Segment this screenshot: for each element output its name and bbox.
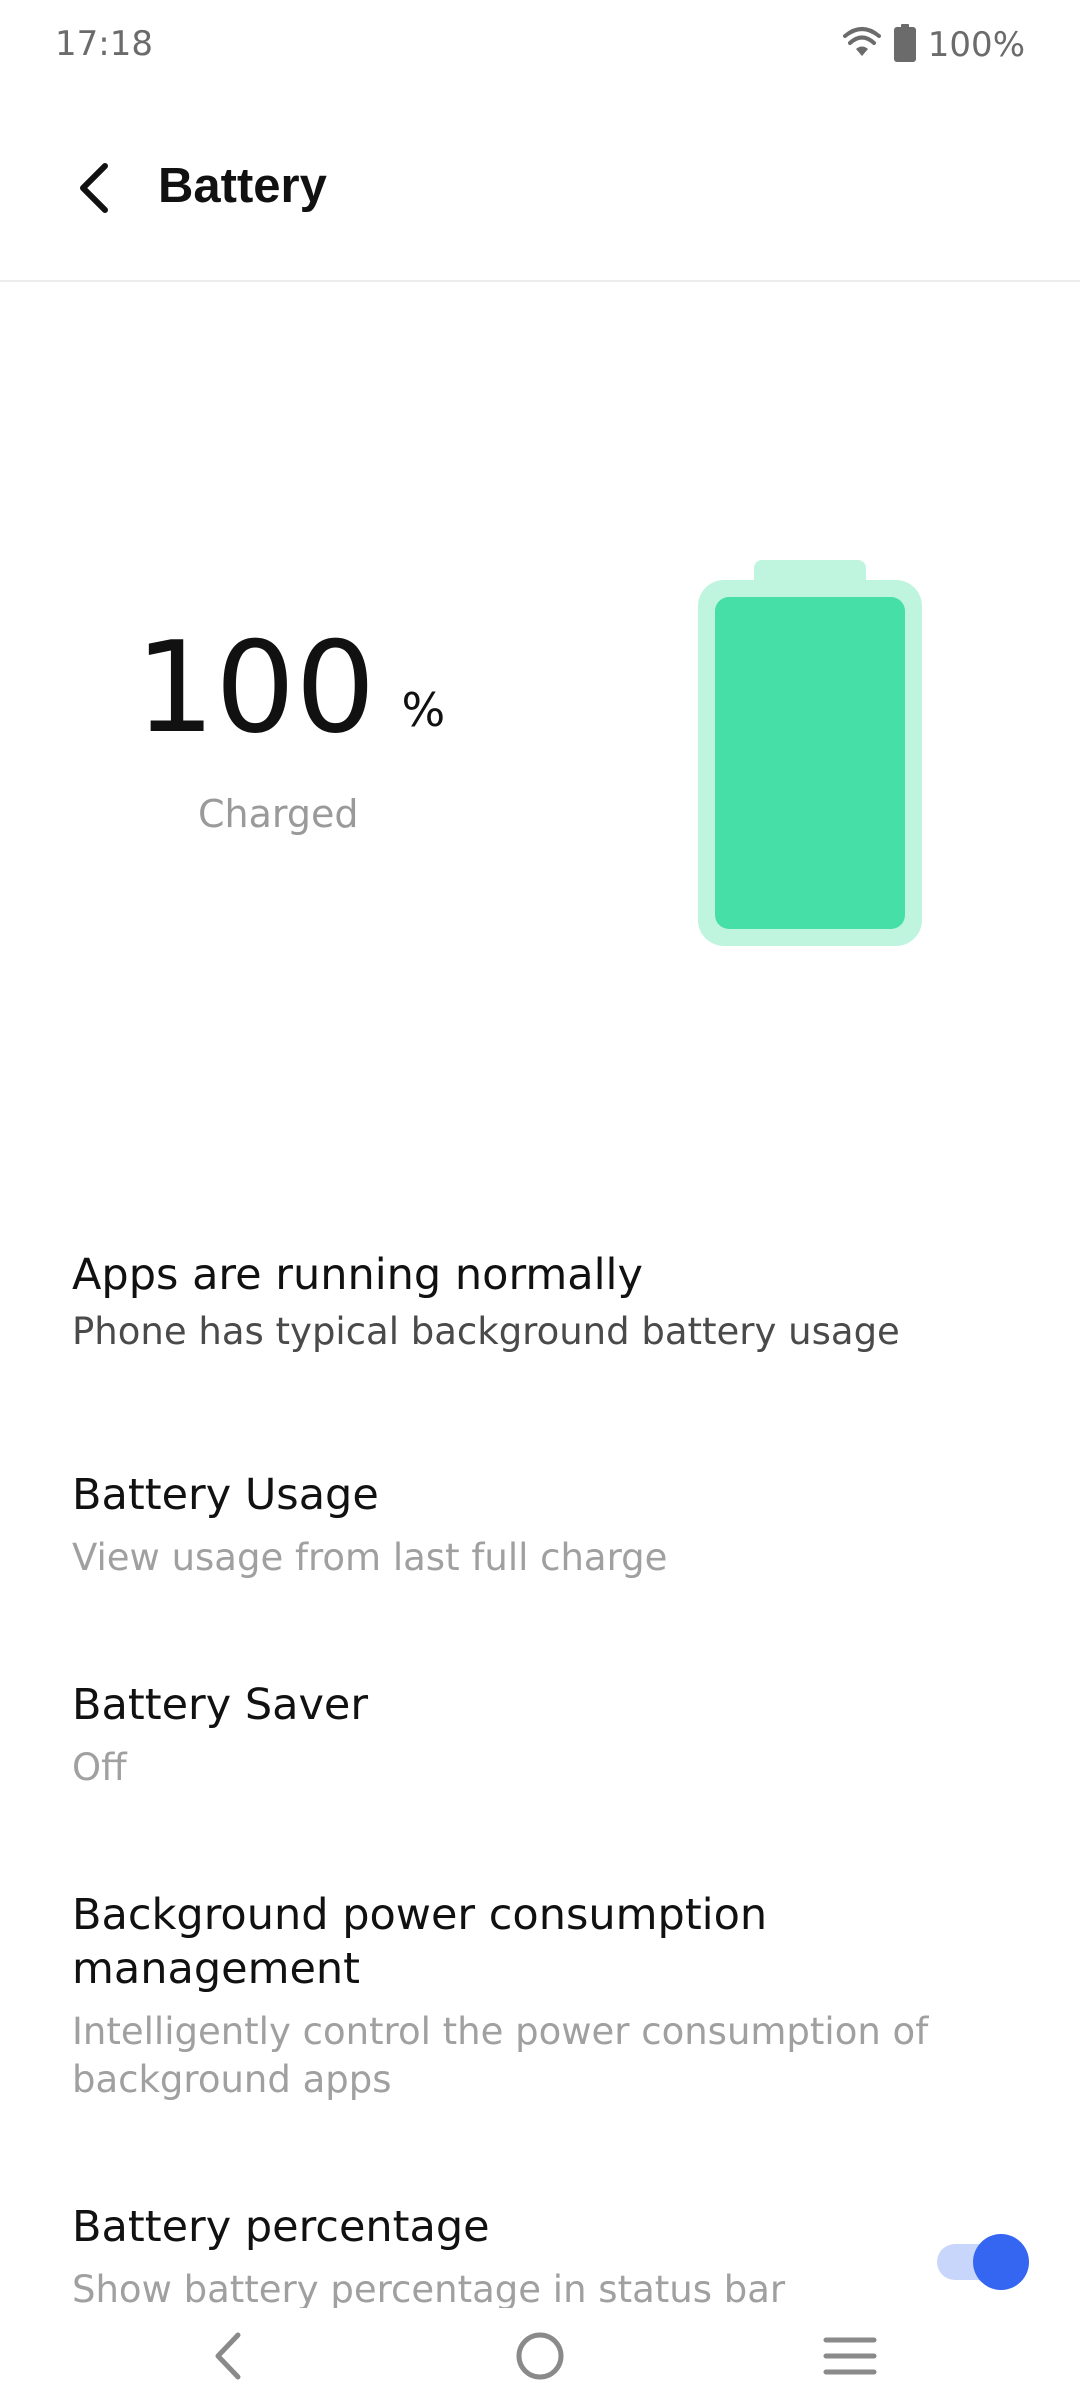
battery-level-value: 100 xyxy=(135,614,376,761)
item-subtitle: Intelligently control the power consumpt… xyxy=(72,2010,929,2101)
item-subtitle: Show battery percentage in status bar xyxy=(72,2268,786,2311)
item-title: Battery percentage xyxy=(72,2202,490,2252)
nav-home-button[interactable] xyxy=(500,2328,580,2388)
item-title: Apps are running normally xyxy=(72,1250,643,1300)
back-button[interactable] xyxy=(55,150,135,230)
item-subtitle: View usage from last full charge xyxy=(72,1536,668,1579)
status-time: 17:18 xyxy=(55,24,153,64)
navigation-bar xyxy=(0,2308,1080,2408)
chevron-left-icon xyxy=(75,162,115,219)
battery-icon xyxy=(893,23,916,67)
item-subtitle: Off xyxy=(72,1746,127,1789)
toggle-knob xyxy=(973,2234,1029,2290)
item-subtitle: Phone has typical background battery usa… xyxy=(72,1310,900,1353)
item-title: Battery Usage xyxy=(72,1470,379,1520)
wifi-icon xyxy=(842,26,882,65)
battery-graphic-icon xyxy=(698,560,922,951)
item-title: Background power consumption management xyxy=(72,1890,768,1994)
nav-recents-button[interactable] xyxy=(810,2328,890,2388)
battery-level: 100 % xyxy=(135,625,445,751)
status-battery-percent: 100% xyxy=(927,25,1025,65)
battery-level-unit: % xyxy=(401,683,446,737)
status-bar: 17:18 100% xyxy=(0,0,1080,90)
battery-state: Charged xyxy=(198,792,359,836)
battery-percentage-toggle[interactable] xyxy=(935,2232,1029,2290)
nav-recents-icon xyxy=(823,2335,877,2382)
nav-home-icon xyxy=(514,2330,566,2387)
app-header: Battery xyxy=(0,90,1080,282)
list-item-background-power[interactable]: Background power consumption management … xyxy=(72,1888,952,2104)
nav-back-button[interactable] xyxy=(188,2328,268,2388)
page-title: Battery xyxy=(158,159,327,213)
status-icons: 100% xyxy=(842,20,1025,70)
list-item-apps-status[interactable]: Apps are running normally Phone has typi… xyxy=(72,1248,972,1356)
battery-fill xyxy=(715,597,905,929)
nav-back-icon xyxy=(208,2331,248,2386)
item-title: Battery Saver xyxy=(72,1680,369,1730)
list-item-battery-usage[interactable]: Battery Usage View usage from last full … xyxy=(72,1468,972,1582)
list-item-battery-saver[interactable]: Battery Saver Off xyxy=(72,1678,972,1792)
list-item-battery-percentage[interactable]: Battery percentage Show battery percenta… xyxy=(72,2200,892,2314)
